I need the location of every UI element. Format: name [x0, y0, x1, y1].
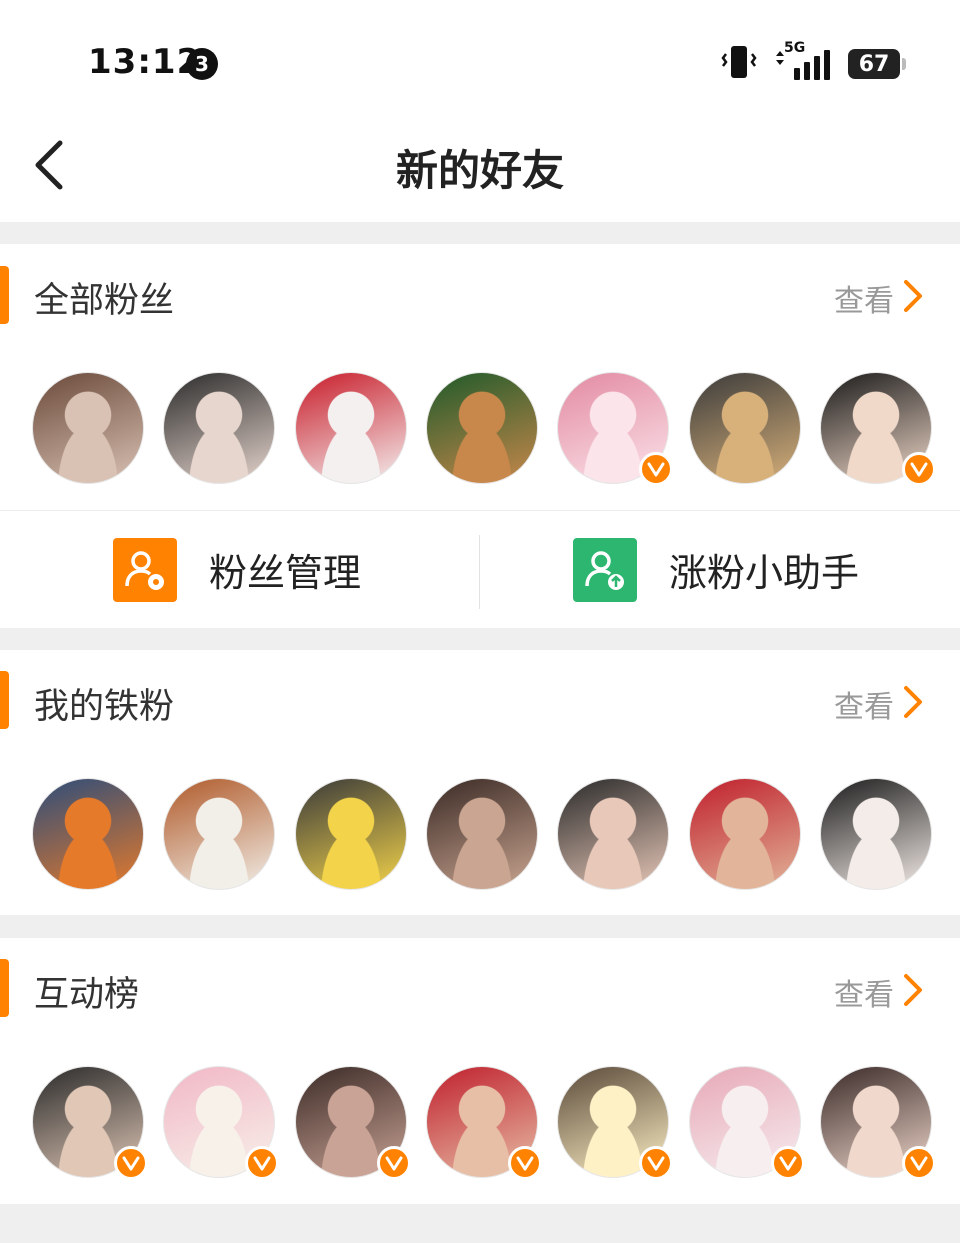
verified-badge-icon: [377, 1146, 411, 1180]
avatar[interactable]: [163, 778, 275, 890]
verified-badge-icon: [639, 452, 673, 486]
avatar-item[interactable]: [557, 778, 669, 890]
network-type: 5G: [784, 40, 806, 56]
avatar-item[interactable]: [820, 1066, 936, 1180]
view-all-fans-link[interactable]: 查看: [834, 276, 924, 320]
view-link-label: 查看: [834, 284, 894, 319]
section-all-fans: 全部粉丝 查看: [0, 244, 960, 510]
status-time: 13:12: [88, 42, 202, 82]
verified-badge-icon: [902, 452, 936, 486]
fan-tools-row: 粉丝管理 涨粉小助手: [0, 510, 960, 628]
verified-badge-icon: [902, 1146, 936, 1180]
avatar-item[interactable]: [295, 778, 407, 890]
section-title: 全部粉丝: [34, 281, 175, 321]
avatar[interactable]: [689, 372, 801, 484]
verified-badge-icon: [639, 1146, 673, 1180]
avatar[interactable]: [163, 372, 275, 484]
chevron-right-icon: [902, 684, 924, 724]
avatar-item[interactable]: [426, 1066, 542, 1180]
avatar-row: [0, 1066, 960, 1180]
section-accent-bar: [0, 671, 9, 729]
avatar-item[interactable]: [163, 1066, 279, 1180]
section-title: 互动榜: [34, 975, 140, 1015]
avatar-item[interactable]: [426, 372, 538, 484]
avatar-row: [0, 372, 960, 486]
page-title: 新的好友: [395, 146, 564, 195]
section-title: 我的铁粉: [34, 687, 175, 727]
status-bar: 13:12 3 5G 67: [0, 0, 960, 115]
avatar-item[interactable]: [163, 778, 275, 890]
view-link-label: 查看: [834, 978, 894, 1013]
avatar-item[interactable]: [557, 372, 673, 486]
avatar[interactable]: [295, 372, 407, 484]
fan-management-button[interactable]: 粉丝管理: [113, 511, 361, 628]
view-link-label: 查看: [834, 690, 894, 725]
section-accent-bar: [0, 959, 9, 1017]
avatar-item[interactable]: [689, 778, 801, 890]
fan-management-label: 粉丝管理: [209, 551, 362, 595]
verified-badge-icon: [508, 1146, 542, 1180]
vibrate-icon: [720, 44, 758, 84]
verified-badge-icon: [771, 1146, 805, 1180]
chevron-right-icon: [902, 278, 924, 318]
avatar[interactable]: [557, 778, 669, 890]
avatar[interactable]: [820, 778, 932, 890]
nav-bar: 新的好友: [0, 115, 960, 222]
user-growth-icon: [573, 537, 637, 602]
avatar-item[interactable]: [557, 1066, 673, 1180]
avatar-item[interactable]: [32, 1066, 148, 1180]
avatar-item[interactable]: [689, 1066, 805, 1180]
chevron-right-icon: [902, 972, 924, 1012]
notification-count-badge: 3: [186, 48, 218, 80]
verified-badge-icon: [245, 1146, 279, 1180]
growth-assistant-label: 涨粉小助手: [669, 551, 860, 595]
battery-indicator: 67: [848, 49, 906, 79]
growth-assistant-button[interactable]: 涨粉小助手: [573, 511, 859, 628]
avatar-item[interactable]: [820, 778, 932, 890]
avatar[interactable]: [32, 372, 144, 484]
avatar[interactable]: [426, 372, 538, 484]
avatar[interactable]: [295, 778, 407, 890]
tool-divider: [479, 535, 480, 609]
avatar-row: [0, 778, 960, 890]
avatar[interactable]: [32, 778, 144, 890]
avatar-item[interactable]: [163, 372, 275, 484]
signal-icon: 5G: [772, 40, 834, 82]
section-iron-fans: 我的铁粉 查看: [0, 650, 960, 915]
section-interaction-ranking: 互动榜 查看: [0, 938, 960, 1204]
avatar-item[interactable]: [820, 372, 936, 486]
avatar[interactable]: [426, 778, 538, 890]
avatar-item[interactable]: [32, 372, 144, 484]
avatar-item[interactable]: [295, 1066, 411, 1180]
avatar-item[interactable]: [426, 778, 538, 890]
avatar[interactable]: [689, 778, 801, 890]
verified-badge-icon: [114, 1146, 148, 1180]
status-icons: 5G 67: [720, 40, 906, 84]
view-interaction-ranking-link[interactable]: 查看: [834, 970, 924, 1014]
avatar-item[interactable]: [32, 778, 144, 890]
section-accent-bar: [0, 266, 9, 324]
view-iron-fans-link[interactable]: 查看: [834, 682, 924, 726]
user-settings-icon: [113, 537, 177, 602]
avatar-item[interactable]: [689, 372, 801, 484]
avatar-item[interactable]: [295, 372, 407, 484]
